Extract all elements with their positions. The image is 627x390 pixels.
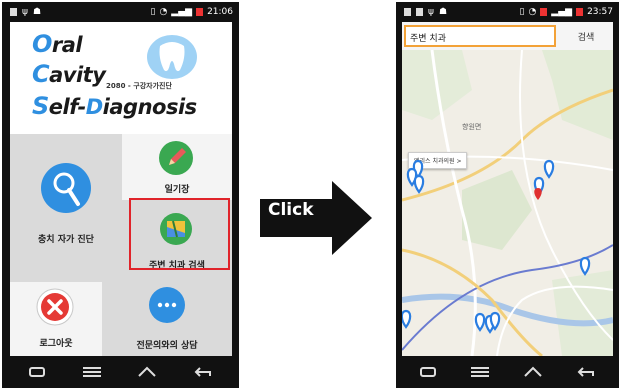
vibrate-icon: ▯ [519,7,525,17]
battery-icon [196,8,204,16]
logout-button[interactable]: 로그아웃 [10,282,102,356]
recents-icon[interactable] [419,366,436,378]
click-label: Click [268,200,314,220]
click-highlight-box [129,198,230,270]
map-pin-icon[interactable] [579,256,591,276]
current-location-pin-icon [534,188,542,200]
back-icon[interactable] [577,366,595,378]
battery-icon [576,8,584,16]
chat-bubble-icon [149,287,185,323]
right-phone: ψ ☗ ▯ ◔ ▂▄▆ 23:57 주변 치과 검색 향원면 엘리스 치과의원 … [396,2,619,388]
pencil-icon [159,141,193,175]
magnifier-icon [41,163,91,213]
tooth-logo-icon [147,35,197,79]
nav-bar [10,356,231,388]
signal-icon: ▂▄▆ [171,7,193,17]
diary-button[interactable]: 일기장 [122,134,232,200]
app-header: Oral Cavity Self-Diagnosis 2080 - 구강자가진단 [10,22,232,134]
map-pins [402,159,591,334]
status-time: 23:57 [587,7,613,17]
logo-subtitle: 2080 - 구강자가진단 [106,82,172,90]
left-phone: ψ ☗ ▯ ◔ ▂▄▆ 21:06 Oral Cavity Self-Diagn… [2,2,239,388]
title-line-3: Self-Diagnosis [32,92,197,120]
title-line-2: Cavity [32,60,106,88]
consult-label: 전문의와의 상담 [136,341,198,351]
back-icon[interactable] [194,366,212,378]
title-line-1: Oral [32,30,83,58]
menu-icon[interactable] [470,366,489,378]
home-icon[interactable] [524,366,542,378]
app-screen: Oral Cavity Self-Diagnosis 2080 - 구강자가진단… [10,22,232,356]
self-diagnosis-button[interactable]: 충치 자가 진단 [10,134,122,282]
android-icon: ☗ [438,7,448,17]
nav-bar [402,356,613,388]
recents-icon[interactable] [28,366,45,378]
usb-icon: ψ [428,7,434,17]
wifi-icon: ◔ [159,7,168,17]
home-icon[interactable] [138,366,157,378]
vibrate-icon: ▯ [150,7,156,17]
status-bar: ψ ☗ ▯ ◔ ▂▄▆ 21:06 [2,2,239,22]
map-pin-icon[interactable] [474,312,486,332]
notification-icon [404,8,411,16]
notification-icon-2 [416,8,423,16]
consult-button[interactable]: 전문의와의 상담 [102,282,232,356]
usb-icon: ψ [22,7,28,17]
diary-label: 일기장 [164,185,190,195]
logout-label: 로그아웃 [39,339,73,349]
map-pin-icon[interactable] [402,309,412,329]
menu-icon[interactable] [82,366,101,378]
map-pin-icon[interactable] [413,174,425,194]
status-bar: ψ ☗ ▯ ◔ ▂▄▆ 23:57 [396,2,619,22]
map-screen: 주변 치과 검색 향원면 엘리스 치과의원 > [402,22,613,356]
wifi-icon: ◔ [528,7,537,17]
android-icon: ☗ [32,7,42,17]
map-pin-icon[interactable] [543,159,555,179]
signal-icon: ▂▄▆ [551,7,573,17]
alert-icon [540,8,548,16]
self-diagnosis-label: 충치 자가 진단 [38,235,94,245]
notification-icon [10,8,17,16]
status-time: 21:06 [207,7,233,17]
close-icon [36,288,74,326]
